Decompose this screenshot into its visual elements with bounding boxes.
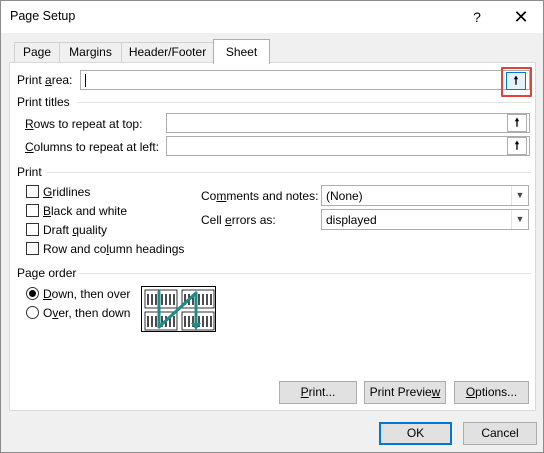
cell-errors-label: Cell errors as: [201,213,276,227]
tab-page[interactable]: Page [14,42,60,63]
page-order-illustration-icon [144,289,215,331]
ok-button[interactable]: OK [379,422,452,445]
row-column-headings-label[interactable]: Row and column headings [43,242,184,256]
print-area-input[interactable] [80,70,530,90]
down-then-over-label[interactable]: Down, then over [43,287,130,301]
over-then-down-radio[interactable] [26,306,39,319]
rows-to-repeat-label: Rows to repeat at top: [25,117,143,131]
section-divider [47,172,531,173]
print-heading: Print [17,165,42,179]
print-button[interactable]: Print... [279,381,357,404]
gridlines-checkbox[interactable] [26,185,39,198]
columns-to-repeat-label: Columns to repeat at left: [25,140,160,154]
dialog-title: Page Setup [10,9,76,23]
tab-sheet[interactable]: Sheet [213,39,270,64]
cell-errors-select[interactable]: displayed ▼ [321,209,529,230]
comments-notes-select[interactable]: (None) ▼ [321,185,529,206]
cancel-button[interactable]: Cancel [463,422,537,445]
page-order-heading: Page order [17,266,77,280]
tab-header-footer[interactable]: Header/Footer [121,42,214,63]
columns-collapse-button[interactable]: 🠕 [507,137,527,155]
cell-errors-value: displayed [326,213,377,227]
section-divider [77,102,531,103]
highlight-box [501,67,532,97]
chevron-down-icon[interactable]: ▼ [511,210,528,229]
chevron-down-icon[interactable]: ▼ [511,186,528,205]
collapse-dialog-icon: 🠕 [514,117,520,129]
comments-notes-label: Comments and notes: [201,189,319,203]
down-then-over-radio[interactable] [26,287,39,300]
print-area-label: Print area: [17,73,73,87]
print-titles-heading: Print titles [17,95,70,109]
tab-margins[interactable]: Margins [59,42,122,63]
row-column-headings-checkbox[interactable] [26,242,39,255]
page-setup-dialog: Page Setup ? ✕ Page Margins Header/Foote… [0,0,544,453]
draft-quality-checkbox[interactable] [26,223,39,236]
draft-quality-label[interactable]: Draft quality [43,223,107,237]
text-caret [85,74,86,87]
columns-to-repeat-input[interactable] [166,136,530,156]
rows-collapse-button[interactable]: 🠕 [507,114,527,132]
collapse-dialog-icon: 🠕 [514,140,520,152]
rows-to-repeat-input[interactable] [166,113,530,133]
black-and-white-label[interactable]: Black and white [43,204,127,218]
gridlines-label[interactable]: Gridlines [43,185,90,199]
options-button[interactable]: Options... [454,381,529,404]
print-preview-button[interactable]: Print Preview [364,381,446,404]
page-order-preview [141,286,216,332]
black-and-white-checkbox[interactable] [26,204,39,217]
close-button[interactable]: ✕ [499,1,543,33]
comments-notes-value: (None) [326,189,363,203]
section-divider [79,273,531,274]
over-then-down-label[interactable]: Over, then down [43,306,130,320]
title-bar: Page Setup ? ✕ [1,1,543,33]
help-button[interactable]: ? [457,1,497,33]
